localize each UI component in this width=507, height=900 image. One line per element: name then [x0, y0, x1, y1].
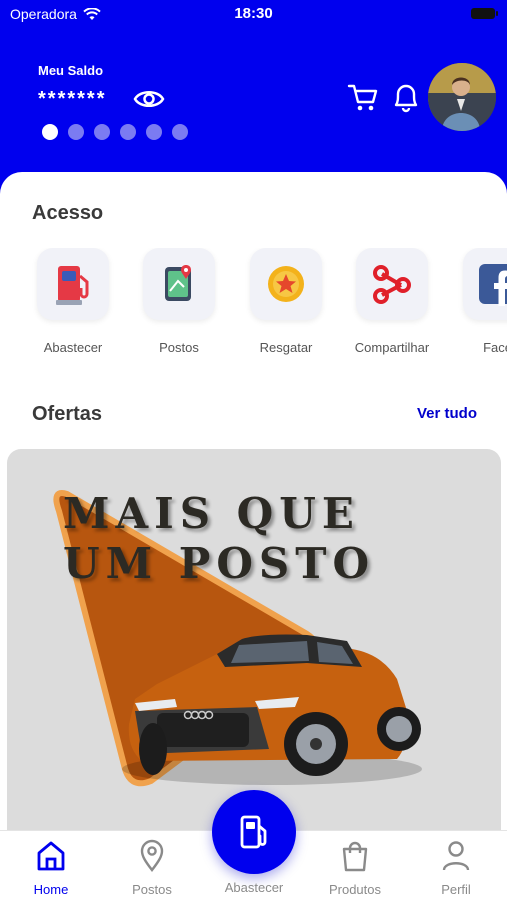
- carousel-dot[interactable]: [172, 124, 188, 140]
- shortcut-compartilhar[interactable]: Compartilhar: [339, 248, 445, 355]
- offer-headline: MAIS QUE UM POSTO: [63, 489, 375, 589]
- home-icon: [37, 841, 65, 871]
- offer-headline-line1: MAIS QUE: [63, 489, 360, 538]
- shortcut-tile: [463, 248, 507, 320]
- shortcut-abastecer[interactable]: Abastecer: [20, 248, 126, 355]
- shortcut-label: Postos: [159, 340, 199, 355]
- battery-icon: [471, 8, 498, 19]
- nav-label: Postos: [132, 882, 172, 897]
- shortcut-label: Compartilhar: [354, 340, 430, 355]
- nav-perfil[interactable]: Perfil: [411, 839, 501, 897]
- refuel-fab-button[interactable]: [212, 790, 296, 874]
- access-shortcuts: Abastecer Postos Resgatar Compartilhar F…: [0, 248, 507, 358]
- balance-value: *******: [38, 88, 107, 110]
- facebook-icon: [479, 264, 507, 306]
- fuel-pump-icon: [56, 266, 89, 305]
- eye-icon[interactable]: [133, 86, 165, 112]
- carousel-dot[interactable]: [146, 124, 162, 140]
- offer-banner[interactable]: MAIS QUE UM POSTO: [7, 449, 501, 849]
- nav-label: Home: [33, 882, 69, 897]
- nav-label: Perfil: [441, 882, 471, 897]
- map-pin-icon: [165, 265, 191, 301]
- fuel-pump-icon: [240, 815, 267, 849]
- offer-headline-line2: UM POSTO: [63, 539, 376, 588]
- bell-icon[interactable]: [390, 80, 422, 114]
- shortcut-resgatar[interactable]: Resgatar: [233, 248, 339, 355]
- shortcut-label: Resgatar: [259, 340, 313, 355]
- carousel-dot[interactable]: [68, 124, 84, 140]
- share-icon: [373, 265, 411, 304]
- balance-carousel-indicator: [42, 124, 188, 140]
- shortcut-postos[interactable]: Postos: [126, 248, 232, 355]
- shortcut-facebook[interactable]: Facel: [446, 248, 507, 355]
- see-all-link[interactable]: Ver tudo: [417, 405, 477, 422]
- nav-postos[interactable]: Postos: [107, 839, 197, 897]
- coin-star-icon: [268, 266, 304, 302]
- balance-label: Meu Saldo: [38, 63, 104, 78]
- shortcut-tile: [356, 248, 428, 320]
- shortcut-tile: [250, 248, 322, 320]
- offers-title: Ofertas: [32, 403, 103, 425]
- nav-label: Produtos: [328, 882, 382, 897]
- access-title: Acesso: [32, 202, 104, 224]
- user-icon: [442, 841, 470, 871]
- clock: 18:30: [234, 5, 273, 22]
- map-pin-icon: [140, 839, 164, 872]
- cart-icon[interactable]: [346, 80, 380, 114]
- shopping-bag-icon: [342, 841, 368, 872]
- shortcut-label: Facel: [483, 340, 507, 355]
- carousel-dot[interactable]: [94, 124, 110, 140]
- shortcut-label: Abastecer: [43, 340, 103, 355]
- nav-label-abastecer: Abastecer: [224, 880, 284, 895]
- status-bar: Operadora 18:30: [0, 0, 507, 28]
- carousel-dot[interactable]: [42, 124, 58, 140]
- nav-home[interactable]: Home: [6, 839, 96, 897]
- shortcut-tile: [37, 248, 109, 320]
- nav-produtos[interactable]: Produtos: [310, 839, 400, 897]
- shortcut-tile: [143, 248, 215, 320]
- carousel-dot[interactable]: [120, 124, 136, 140]
- avatar-photo: [428, 63, 496, 131]
- avatar[interactable]: [428, 63, 496, 131]
